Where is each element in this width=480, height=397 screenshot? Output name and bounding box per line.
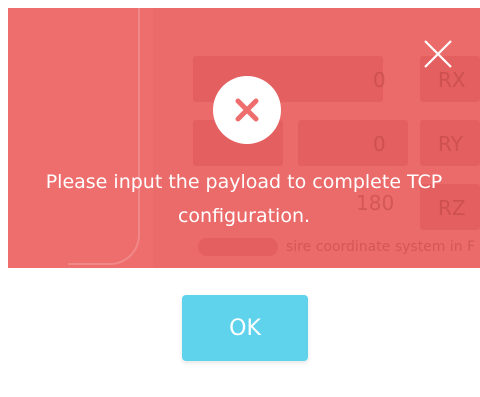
background-footer-text: sire coordinate system in F [286, 239, 476, 255]
background-label-rx: RX [438, 68, 466, 92]
left-edge-strip [0, 0, 8, 397]
background-value-1: 0 [373, 68, 386, 92]
error-banner: 0 RX 0 RY 180 RZ sire coordinate system … [8, 8, 480, 268]
background-toggle [198, 238, 278, 256]
error-message-line-2: configuration. [177, 205, 311, 227]
error-message: Please input the payload to complete TCP… [8, 165, 480, 233]
background-field-2b [298, 120, 408, 166]
ok-button[interactable]: OK [182, 295, 308, 361]
error-dialog: 0 RX 0 RY 180 RZ sire coordinate system … [8, 8, 480, 397]
error-x-icon [213, 76, 281, 144]
background-label-ry: RY [438, 132, 463, 156]
error-message-line-1: Please input the payload to complete TCP [45, 171, 443, 193]
close-icon[interactable] [422, 38, 454, 70]
background-value-2: 0 [373, 132, 386, 156]
